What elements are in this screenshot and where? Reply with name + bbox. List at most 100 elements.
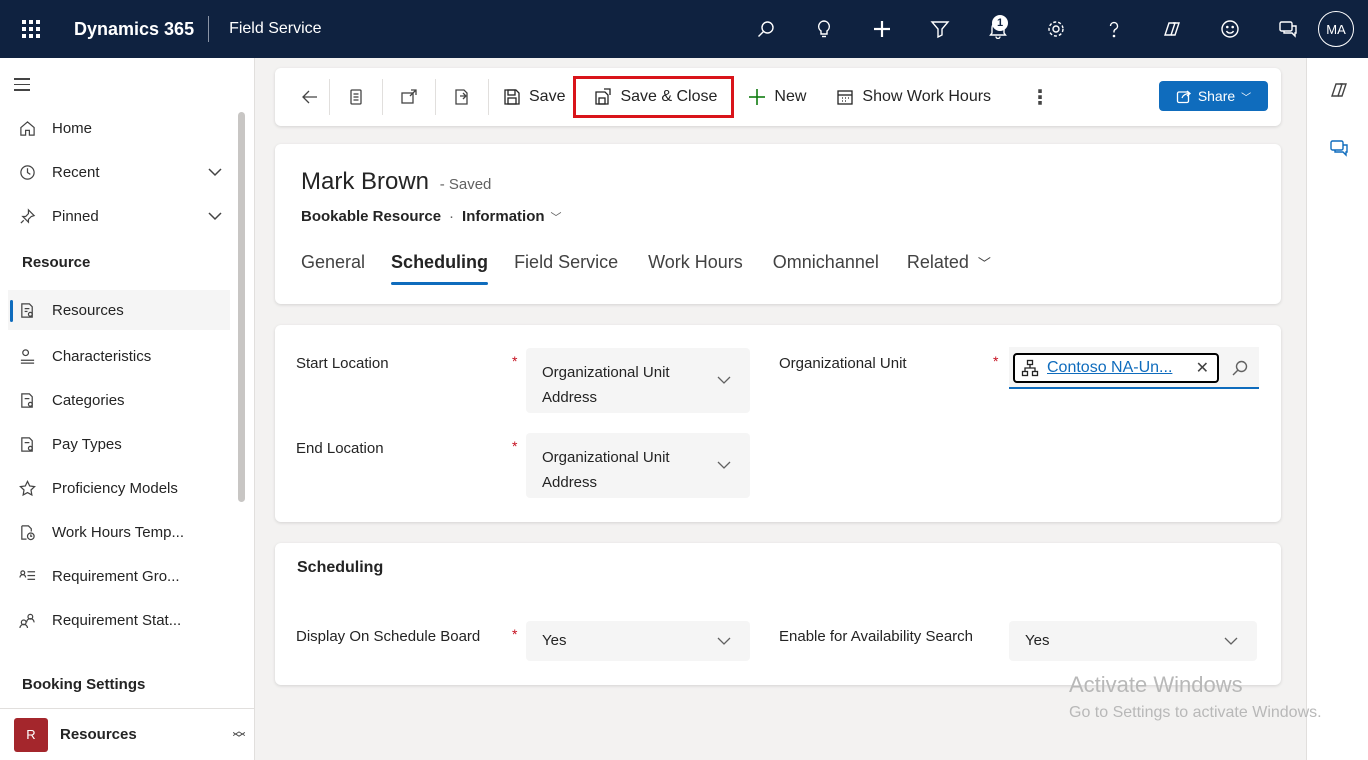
back-button[interactable]: [291, 68, 329, 126]
share-button[interactable]: Share ﹀: [1159, 81, 1268, 111]
display-on-schedule-board-label: Display On Schedule Board: [296, 628, 481, 645]
entity-name: Bookable Resource: [301, 208, 442, 225]
area-badge: R: [14, 717, 48, 752]
open-in-new-window-button[interactable]: [383, 68, 435, 126]
app-name[interactable]: Dynamics 365: [62, 16, 210, 42]
separator-dot: ·: [449, 208, 455, 225]
copilot-button[interactable]: [1152, 9, 1192, 49]
area-switcher[interactable]: R Resources ︿ ﹀: [0, 708, 254, 760]
ideas-button[interactable]: [804, 9, 844, 49]
more-commands-button[interactable]: ⋮: [1021, 68, 1059, 126]
nav-item-work-hours-templates[interactable]: Work Hours Temp...: [8, 512, 230, 552]
lookup-search-button[interactable]: [1231, 359, 1249, 380]
chat-button[interactable]: [1268, 9, 1308, 49]
copilot-pane-button[interactable]: [1329, 80, 1349, 100]
calendar-icon: [837, 90, 854, 105]
waffle-icon: [22, 20, 40, 38]
user-avatar[interactable]: MA: [1318, 11, 1354, 47]
smiley-icon: [1221, 20, 1239, 38]
resources-icon: [20, 302, 33, 318]
area-name[interactable]: Field Service: [209, 20, 321, 38]
nav-item-label: Proficiency Models: [52, 479, 178, 497]
nav-item-characteristics[interactable]: Characteristics: [8, 336, 230, 376]
chat-pane-button[interactable]: [1329, 138, 1349, 158]
nav-item-proficiency-models[interactable]: Proficiency Models: [8, 468, 230, 508]
chevron-down-icon: [717, 461, 731, 469]
feedback-button[interactable]: [1210, 9, 1250, 49]
nav-item-pinned[interactable]: Pinned: [8, 196, 230, 236]
chevron-down-icon: ﹀: [977, 256, 991, 271]
nav-item-home[interactable]: Home: [8, 108, 230, 148]
site-map-nav: Home Recent Pinned Resource Resources Ch…: [0, 58, 255, 760]
hamburger-icon[interactable]: [14, 78, 30, 95]
save-button[interactable]: Save: [495, 77, 573, 117]
nav-item-label: Resources: [52, 301, 124, 319]
nav-item-label: Requirement Gro...: [52, 567, 180, 585]
plus-icon: [749, 89, 766, 105]
end-location-select[interactable]: Organizational Unit Address: [526, 433, 750, 498]
notifications-button[interactable]: 1: [978, 9, 1018, 49]
end-location-value-line2: Address: [542, 474, 598, 491]
pin-icon: [19, 207, 35, 224]
categories-icon: [20, 392, 33, 408]
nav-item-requirement-groups[interactable]: Requirement Gro...: [8, 556, 230, 596]
document-icon: [350, 89, 362, 105]
show-work-hours-button[interactable]: Show Work Hours: [828, 77, 999, 117]
location-section: Start Location * Organizational Unit Add…: [275, 325, 1281, 522]
app-launcher-button[interactable]: [0, 0, 62, 58]
nav-item-label: Pay Types: [52, 435, 122, 453]
display-on-schedule-board-select[interactable]: Yes: [526, 621, 750, 661]
required-indicator: *: [512, 353, 518, 369]
start-location-select[interactable]: Organizational Unit Address: [526, 348, 750, 413]
help-button[interactable]: [1094, 9, 1134, 49]
advanced-filter-button[interactable]: [920, 9, 960, 49]
plus-icon: [874, 21, 890, 37]
tab-scheduling[interactable]: Scheduling: [391, 252, 489, 285]
nav-item-categories[interactable]: Categories: [8, 380, 230, 420]
copilot-icon: [1164, 22, 1180, 36]
command-bar: Save Save & Close New Show Work Hours ⋮ …: [275, 68, 1281, 126]
record-name: Mark Brown: [301, 168, 430, 195]
right-side-pane: [1306, 58, 1368, 760]
settings-button[interactable]: [1036, 9, 1076, 49]
org-hierarchy-icon: [1021, 359, 1039, 377]
nav-scrollbar[interactable]: [238, 112, 245, 502]
organizational-unit-chip[interactable]: Contoso NA-Un... ✕: [1013, 353, 1219, 383]
chevron-down-icon: ﹀: [550, 211, 562, 224]
new-button[interactable]: New: [740, 77, 814, 117]
tab-field-service[interactable]: Field Service: [514, 252, 618, 285]
search-button[interactable]: [746, 9, 786, 49]
characteristics-icon: [20, 348, 34, 364]
form-view-button[interactable]: [330, 68, 382, 126]
nav-item-recent[interactable]: Recent: [8, 152, 230, 192]
new-record-button[interactable]: [862, 9, 902, 49]
tab-general[interactable]: General: [301, 252, 365, 285]
required-indicator: *: [512, 438, 518, 454]
close-icon[interactable]: ✕: [1196, 358, 1209, 378]
save-and-close-button[interactable]: Save & Close: [573, 76, 735, 118]
tab-related[interactable]: Related ﹀: [907, 252, 991, 285]
chevron-down-icon: [208, 212, 222, 221]
area-label: Resources: [60, 726, 137, 743]
section-title: Scheduling: [297, 559, 384, 576]
nav-item-resources[interactable]: Resources: [8, 290, 230, 330]
process-button[interactable]: [436, 68, 488, 126]
organizational-unit-link[interactable]: Contoso NA-Un...: [1047, 359, 1196, 377]
enable-availability-search-select[interactable]: Yes: [1009, 621, 1257, 661]
chat-icon: [1330, 140, 1348, 157]
work-hours-icon: [20, 524, 35, 540]
organizational-unit-lookup[interactable]: Contoso NA-Un... ✕: [1009, 347, 1259, 389]
show-work-hours-label: Show Work Hours: [862, 88, 992, 105]
enable-availability-search-value: Yes: [1025, 632, 1050, 649]
tab-work-hours[interactable]: Work Hours: [648, 252, 743, 285]
nav-item-pay-types[interactable]: Pay Types: [8, 424, 230, 464]
form-selector[interactable]: Information: [462, 208, 545, 225]
nav-item-requirement-statuses[interactable]: Requirement Stat...: [8, 600, 230, 640]
share-label: Share: [1197, 88, 1236, 104]
activate-windows-watermark-title: Activate Windows: [1069, 672, 1243, 697]
tab-omnichannel[interactable]: Omnichannel: [773, 252, 879, 285]
end-location-label: End Location: [296, 440, 384, 457]
start-location-label: Start Location: [296, 355, 389, 372]
record-subtitle: Bookable Resource · Information ﹀: [301, 208, 562, 225]
chevron-down-icon: ﹀: [1241, 92, 1252, 104]
